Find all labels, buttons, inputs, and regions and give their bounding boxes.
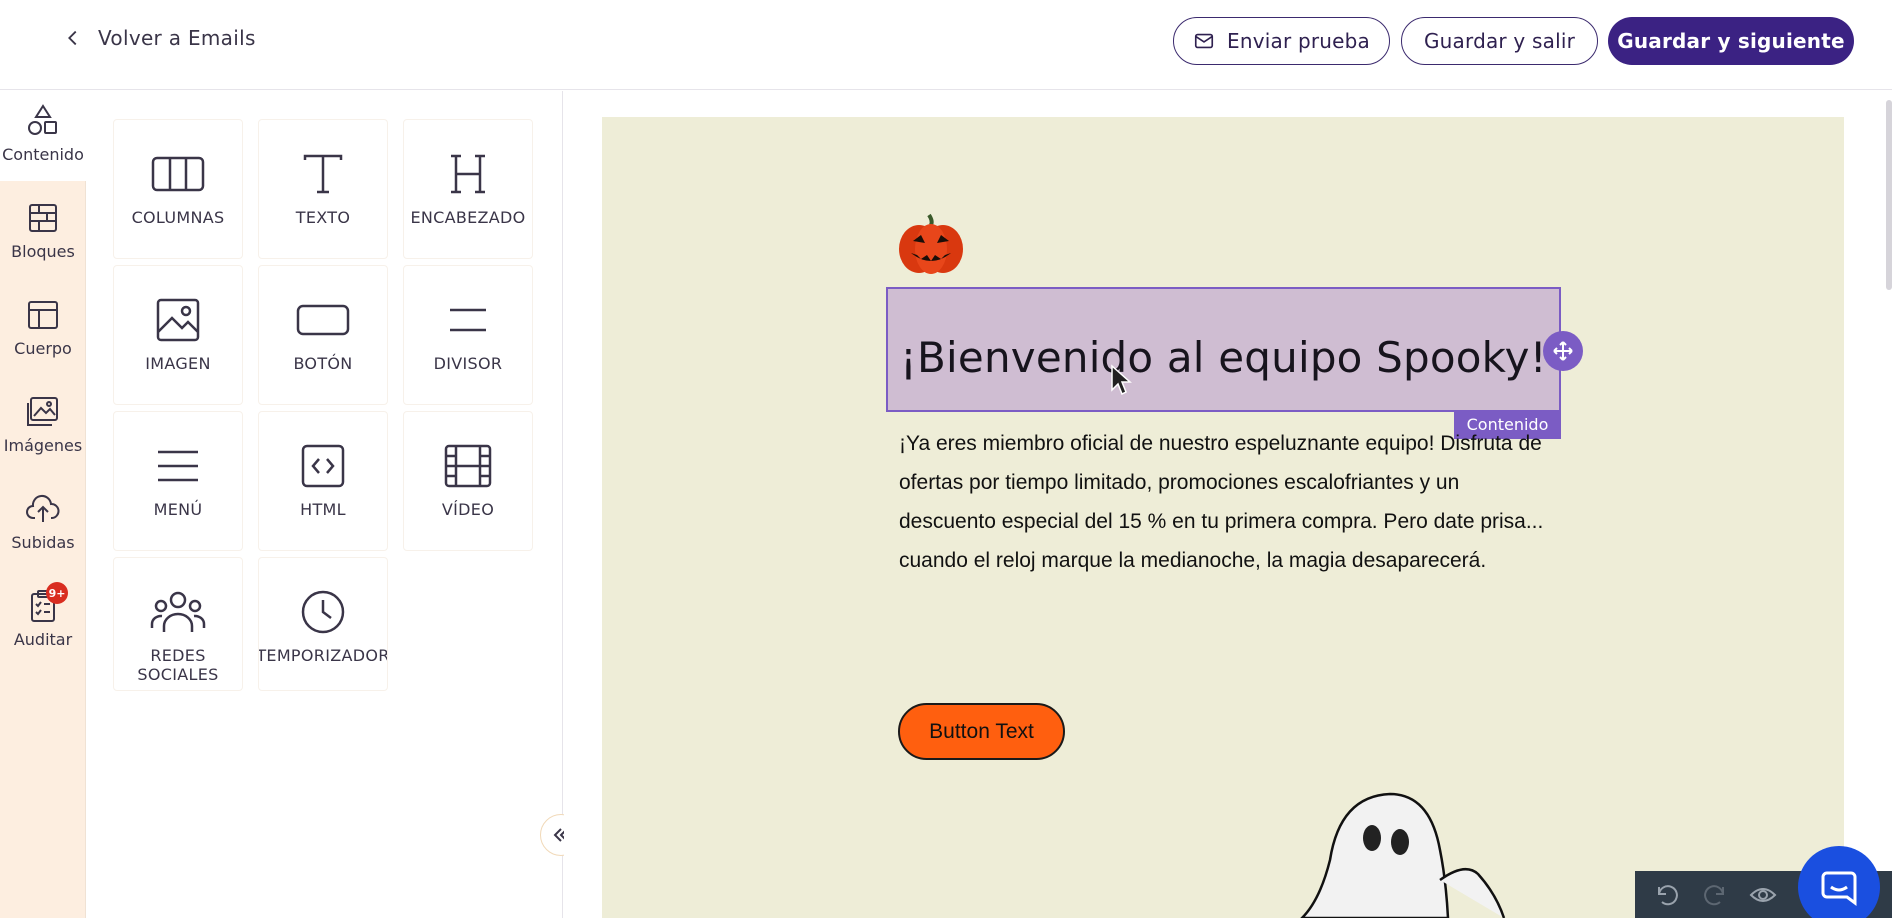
chat-support-button[interactable]	[1798, 846, 1880, 918]
save-and-exit-button[interactable]: Guardar y salir	[1401, 17, 1598, 65]
rail-label: Bloques	[11, 242, 75, 261]
tool-redes-sociales[interactable]: REDES SOCIALES	[113, 557, 243, 691]
mail-icon	[1194, 33, 1214, 49]
tool-imagen[interactable]: IMAGEN	[113, 265, 243, 405]
chevron-left-icon	[68, 30, 77, 46]
undo-icon[interactable]	[1653, 881, 1681, 909]
rail-item-auditar[interactable]: 9+ Auditar	[0, 576, 86, 666]
rail-item-cuerpo[interactable]: Cuerpo	[0, 285, 86, 375]
chat-bubble-icon	[1821, 871, 1857, 906]
tool-label: ENCABEZADO	[410, 208, 526, 227]
images-icon	[27, 397, 58, 426]
rail-item-imagenes[interactable]: Imágenes	[0, 382, 86, 472]
email-heading[interactable]: ¡Bienvenido al equipo Spooky!	[900, 333, 1547, 382]
send-test-button[interactable]: Enviar prueba	[1173, 17, 1390, 65]
audit-badge: 9+	[46, 582, 68, 604]
pumpkin-image[interactable]	[897, 211, 965, 275]
tool-label: MENÚ	[153, 500, 203, 519]
cloud-upload-icon	[26, 495, 60, 522]
bricks-icon	[29, 204, 57, 232]
email-cta-button[interactable]: Button Text	[898, 703, 1065, 760]
tool-boton[interactable]: BOTÓN	[258, 265, 388, 405]
canvas-scrollbar[interactable]	[1886, 100, 1892, 290]
tool-html[interactable]: HTML	[258, 411, 388, 551]
button-icon	[296, 304, 350, 336]
tool-label: TEMPORIZADOR	[258, 646, 388, 665]
rail-label: Subidas	[11, 533, 75, 552]
rail-label: Imágenes	[3, 436, 83, 455]
heading-block-selected[interactable]: ¡Bienvenido al equipo Spooky!	[886, 287, 1561, 412]
ghost-image[interactable]	[1290, 790, 1520, 918]
rail-label: Cuerpo	[14, 339, 72, 358]
tool-label: BOTÓN	[293, 354, 353, 373]
tool-encabezado[interactable]: ENCABEZADO	[403, 119, 533, 259]
tool-texto[interactable]: TEXTO	[258, 119, 388, 259]
rail-item-subidas[interactable]: Subidas	[0, 479, 86, 569]
rail-label: Auditar	[13, 630, 73, 649]
preview-eye-icon[interactable]	[1749, 881, 1777, 909]
tool-menu[interactable]: MENÚ	[113, 411, 243, 551]
back-label: Volver a Emails	[98, 26, 256, 50]
heading-icon	[451, 154, 485, 194]
shapes-icon	[28, 104, 57, 135]
back-to-emails-link[interactable]: Volver a Emails	[62, 26, 256, 50]
content-tools-panel: COLUMNAS TEXTO ENCABEZADO IMAGEN BOTÓN D…	[86, 91, 563, 918]
redo-icon[interactable]	[1701, 881, 1729, 909]
mouse-cursor-icon	[1111, 364, 1132, 396]
code-icon	[301, 444, 345, 488]
email-body-text[interactable]: ¡Ya eres miembro oficial de nuestro espe…	[899, 424, 1559, 580]
rail-item-contenido[interactable]: Contenido	[0, 91, 86, 181]
left-rail: Contenido Bloques Cuerpo Imágenes Subida…	[0, 91, 86, 918]
social-icon	[150, 591, 206, 632]
tool-columnas[interactable]: COLUMNAS	[113, 119, 243, 259]
layout-icon	[28, 301, 58, 329]
tool-video[interactable]: VÍDEO	[403, 411, 533, 551]
columns-icon	[151, 156, 205, 192]
clock-icon	[301, 590, 345, 634]
move-icon	[1553, 341, 1573, 361]
save-and-next-button[interactable]: Guardar y siguiente	[1608, 17, 1854, 65]
divider-icon	[450, 308, 486, 332]
top-bar: Volver a Emails Enviar prueba Guardar y …	[0, 0, 1892, 90]
text-icon	[303, 154, 343, 194]
rail-label: Contenido	[2, 145, 84, 164]
tool-temporizador[interactable]: TEMPORIZADOR	[258, 557, 388, 691]
tool-label: TEXTO	[295, 208, 351, 227]
rail-item-bloques[interactable]: Bloques	[0, 188, 86, 278]
video-icon	[444, 444, 492, 488]
tool-label: COLUMNAS	[131, 208, 225, 227]
tool-label: VÍDEO	[441, 500, 495, 519]
tool-divisor[interactable]: DIVISOR	[403, 265, 533, 405]
tool-label: REDES SOCIALES	[137, 646, 219, 684]
tool-label: HTML	[300, 500, 346, 519]
tool-label: DIVISOR	[433, 354, 503, 373]
image-icon	[156, 298, 200, 342]
menu-icon	[158, 450, 198, 482]
move-handle[interactable]	[1543, 331, 1583, 371]
tool-label: IMAGEN	[145, 354, 211, 373]
send-test-label: Enviar prueba	[1227, 29, 1370, 53]
